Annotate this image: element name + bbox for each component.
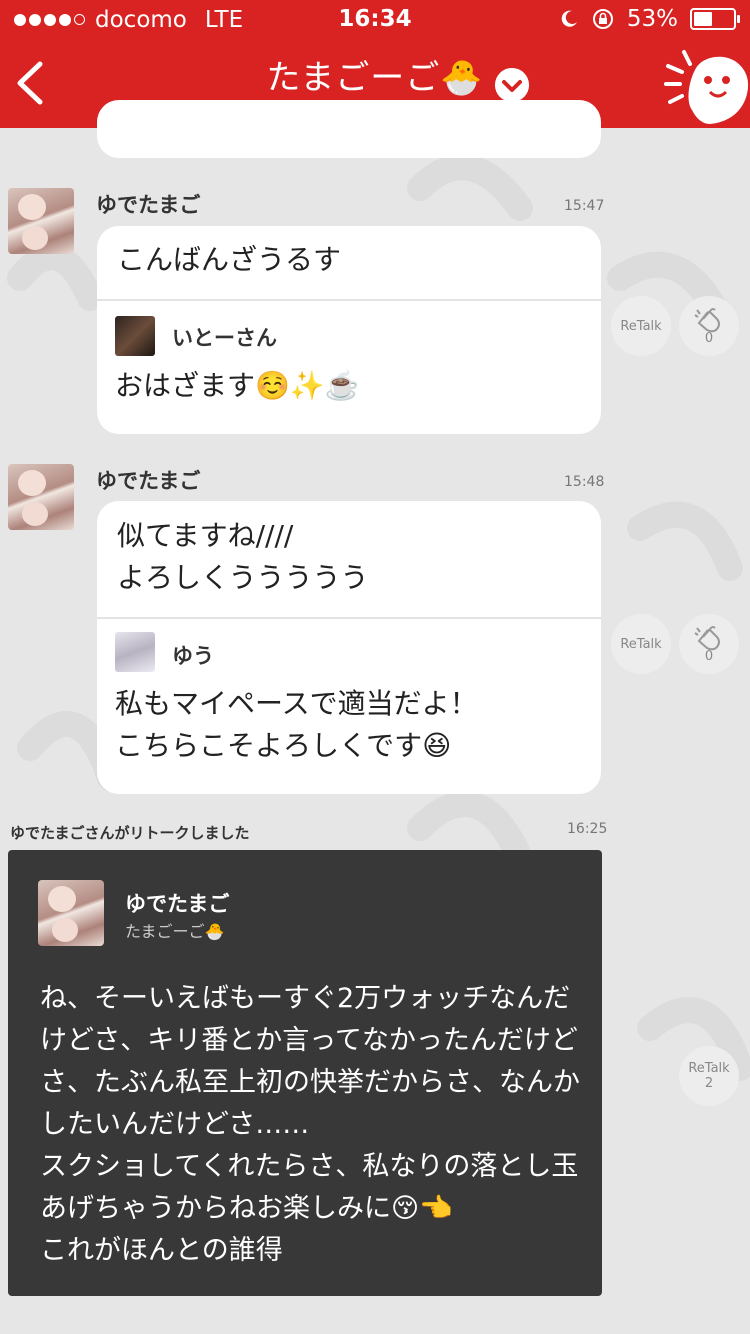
retalk-label: ReTalk — [620, 636, 662, 652]
reply-avatar[interactable] — [115, 632, 155, 672]
retalk-card[interactable]: ゆでたまご たまごーご🐣 ね、そーいえばもーすぐ2万ウォッチなんだけどさ、キリ番… — [8, 850, 602, 1296]
clap-icon — [694, 307, 720, 332]
retalk-text: ね、そーいえばもーすぐ2万ウォッチなんだけどさ、キリ番とか言ってなかったんだけど… — [40, 983, 580, 1266]
clap-icon — [694, 625, 720, 650]
reply-divider — [97, 617, 601, 619]
clap-button[interactable]: 0 — [679, 296, 739, 356]
reply-text: 私もマイペースで適当だよ！ こちらこそよろしくです😆 — [115, 687, 478, 762]
message-time: 15:47 — [564, 198, 605, 214]
message-time: 15:48 — [564, 474, 605, 490]
reply-username[interactable]: いとーさん — [172, 322, 277, 352]
retalk-username[interactable]: ゆでたまご — [125, 888, 229, 918]
reply-avatar[interactable] — [115, 316, 155, 356]
status-bar: docomo LTE 16:34 53% — [0, 0, 750, 40]
message-text: 似てますね//// よろしくううううう — [117, 519, 369, 594]
clap-count: 0 — [704, 330, 714, 346]
avatar[interactable] — [8, 464, 74, 530]
message-username[interactable]: ゆでたまご — [96, 465, 200, 495]
retalk-count-button[interactable]: ReTalk 2 — [679, 1046, 739, 1106]
retalk-channel[interactable]: たまごーご🐣 — [125, 918, 224, 942]
message-bubble[interactable]: こんばんざうるす いとーさん おはざます☺️✨☕️ — [97, 226, 601, 434]
retalk-notice: ゆでたまごさんがリトークしました — [10, 824, 250, 842]
battery-icon — [690, 8, 740, 30]
message-bubble[interactable]: 似てますね//// よろしくううううう ゆう 私もマイペースで適当だよ！ こちら… — [97, 501, 601, 794]
previous-message-bubble — [97, 100, 601, 158]
retalk-avatar[interactable] — [38, 880, 104, 946]
message-text: こんばんざうるす — [117, 243, 342, 276]
rotation-lock-icon — [592, 9, 613, 29]
reply-text: おはざます☺️✨☕️ — [115, 369, 360, 402]
clap-button[interactable]: 0 — [679, 614, 739, 674]
avatar[interactable] — [8, 188, 74, 254]
mascot-icon[interactable] — [662, 46, 750, 126]
message-username[interactable]: ゆでたまご — [96, 189, 200, 219]
chevron-down-icon[interactable] — [495, 68, 529, 102]
retalk-label: ReTalk — [620, 318, 662, 334]
retalk-count: 2 — [704, 1076, 714, 1091]
page-title: たまごーご🐣 — [266, 58, 484, 98]
retalk-label: ReTalk — [688, 1061, 730, 1076]
battery-percent: 53% — [626, 6, 678, 32]
retalk-time: 16:25 — [567, 821, 608, 837]
reply-divider — [97, 299, 601, 301]
moon-icon — [561, 10, 577, 27]
reply-username[interactable]: ゆう — [172, 640, 214, 670]
clap-count: 0 — [704, 648, 714, 664]
retalk-button[interactable]: ReTalk — [611, 296, 671, 356]
retalk-button[interactable]: ReTalk — [611, 614, 671, 674]
